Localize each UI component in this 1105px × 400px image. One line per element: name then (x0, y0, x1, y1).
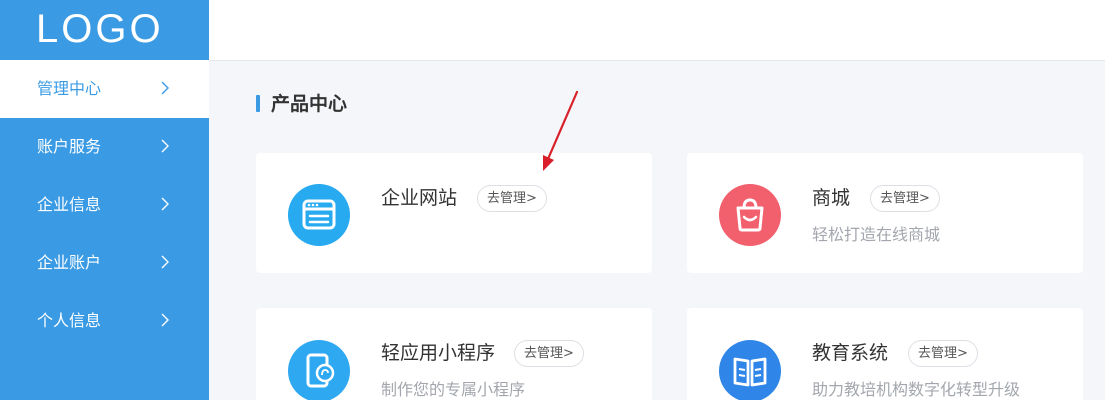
sidebar-item-label: 账户服务 (37, 137, 102, 156)
section-title-text: 产品中心 (271, 93, 348, 115)
chevron-right-icon (161, 255, 169, 269)
sidebar-item-company-account[interactable]: 企业账户 (0, 234, 209, 292)
sidebar-item-management-center[interactable]: 管理中心 (0, 60, 209, 118)
top-bar (209, 0, 1105, 61)
sidebar-item-label: 企业信息 (37, 195, 102, 214)
website-window-icon (288, 184, 350, 246)
product-name: 教育系统 (812, 342, 889, 364)
product-description: 助力教培机构数字化转型升级 (812, 380, 1021, 399)
chevron-right-icon (161, 313, 169, 327)
sidebar-item-company-info[interactable]: 企业信息 (0, 176, 209, 234)
sidebar: LOGO 管理中心 账户服务 企业信息 企业账户 个人信息 (0, 0, 209, 400)
product-card-mall: 商城 去管理> 轻松打造在线商城 (687, 153, 1083, 273)
chevron-right-icon (161, 139, 169, 153)
mini-program-icon (288, 340, 350, 400)
chevron-right-icon (161, 81, 169, 95)
logo: LOGO (36, 7, 164, 51)
manage-button[interactable]: 去管理> (514, 340, 584, 367)
open-book-icon (719, 340, 781, 400)
shopping-bag-icon (719, 184, 781, 246)
product-description: 制作您的专属小程序 (381, 380, 526, 399)
product-name: 轻应用小程序 (381, 342, 496, 364)
sidebar-item-account-services[interactable]: 账户服务 (0, 118, 209, 176)
manage-button[interactable]: 去管理> (908, 340, 978, 367)
chevron-right-icon (161, 197, 169, 211)
section-title-accent-bar (256, 95, 260, 112)
product-card-mini-program: 轻应用小程序 去管理> 制作您的专属小程序 (256, 308, 652, 400)
product-card-website: 企业网站 去管理> (256, 153, 652, 273)
sidebar-item-label: 企业账户 (37, 253, 102, 272)
product-name: 企业网站 (381, 187, 458, 209)
product-card-education: 教育系统 去管理> 助力教培机构数字化转型升级 (687, 308, 1083, 400)
sidebar-item-personal-info[interactable]: 个人信息 (0, 292, 209, 350)
manage-button[interactable]: 去管理> (477, 185, 547, 212)
product-name: 商城 (812, 187, 851, 209)
product-description: 轻松打造在线商城 (812, 225, 941, 244)
sidebar-item-label: 管理中心 (37, 79, 102, 98)
sidebar-item-label: 个人信息 (37, 311, 102, 330)
manage-button[interactable]: 去管理> (870, 185, 940, 212)
